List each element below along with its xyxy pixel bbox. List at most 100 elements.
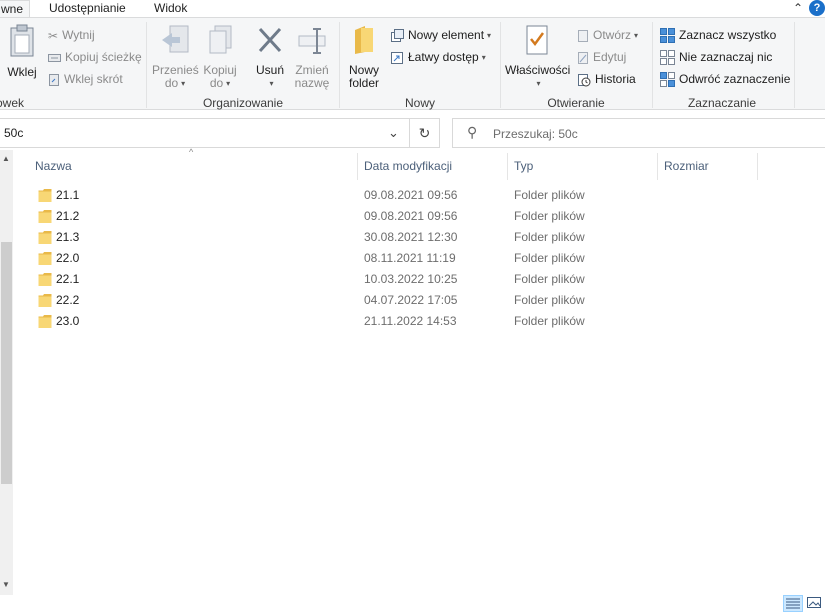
address-path: 50c — [4, 126, 24, 140]
rename-label-2: nazwę — [294, 76, 330, 90]
move-to-label-2: do — [164, 76, 179, 90]
group-label-organize: Organizowanie — [202, 96, 284, 110]
group-separator — [652, 22, 653, 108]
tab-view[interactable]: Widok — [148, 0, 193, 18]
large-icons-view-button[interactable] — [805, 595, 825, 612]
file-name: 22.0 — [56, 251, 80, 265]
scroll-up-icon[interactable]: ▲ — [2, 154, 10, 163]
refresh-button[interactable]: ↻ — [410, 118, 440, 148]
paste-shortcut-icon — [49, 73, 59, 86]
large-icons-view-icon — [807, 597, 821, 608]
cut-button[interactable]: ✂ Wytnij — [48, 26, 95, 44]
easy-access-button[interactable]: Łatwy dostęp ▾ — [390, 48, 486, 66]
column-divider[interactable] — [757, 153, 758, 180]
paste-shortcut-button[interactable]: Wklej skrót — [48, 70, 123, 88]
history-button[interactable]: Historia — [577, 70, 636, 88]
folder-icon — [38, 315, 52, 328]
copy-to-label-2: do — [209, 76, 224, 90]
group-label-new: Nowy — [404, 96, 435, 110]
copy-path-button[interactable]: Kopiuj ścieżkę — [48, 48, 142, 66]
tab-home[interactable]: wne — [0, 0, 31, 18]
group-label-open: Otwieranie — [547, 96, 605, 110]
properties-icon — [526, 25, 548, 55]
tab-share[interactable]: Udostępnianie — [43, 0, 132, 18]
select-none-label: Nie zaznaczaj nic — [679, 50, 773, 64]
scroll-down-icon[interactable]: ▼ — [2, 580, 10, 589]
ribbon: Wklej ✂ Wytnij Kopiuj ścieżkę Wklej skrót… — [0, 17, 825, 110]
ribbon-tabs: wne Udostępnianie Widok ⌃ ? — [0, 0, 825, 18]
rename-button[interactable]: Zmień nazwę — [292, 24, 332, 90]
file-date: 04.07.2022 17:05 — [364, 293, 458, 307]
file-type: Folder plików — [514, 272, 585, 286]
table-row[interactable]: 22.0 08.11.2021 11:19 Folder plików — [30, 248, 770, 269]
select-all-label: Zaznacz wszystko — [679, 28, 777, 42]
edit-button[interactable]: Edytuj — [577, 48, 626, 66]
table-row[interactable]: 23.0 21.11.2022 14:53 Folder plików — [30, 311, 770, 332]
paste-label: Wklej — [7, 65, 37, 79]
file-name: 21.2 — [56, 209, 80, 223]
move-to-button[interactable]: Przenieś do ▾ — [152, 24, 199, 90]
search-icon: ⚲ — [467, 124, 478, 140]
group-separator — [500, 22, 501, 108]
select-none-button[interactable]: Nie zaznaczaj nic — [660, 48, 772, 66]
properties-button[interactable]: Właściwości ▾ — [505, 24, 570, 90]
new-item-icon — [391, 28, 404, 42]
collapse-ribbon-icon[interactable]: ⌃ — [793, 1, 803, 15]
new-item-label: Nowy element — [408, 28, 485, 42]
details-view-button[interactable] — [783, 595, 803, 612]
rename-icon — [298, 28, 326, 54]
column-header-name[interactable]: Nazwa — [29, 153, 357, 180]
file-name: 21.3 — [56, 230, 80, 244]
file-type: Folder plików — [514, 293, 585, 307]
file-name: 22.1 — [56, 272, 80, 286]
file-type: Folder plików — [514, 314, 585, 328]
select-all-button[interactable]: Zaznacz wszystko — [660, 26, 776, 44]
open-button[interactable]: Otwórz ▾ — [577, 26, 638, 44]
help-icon[interactable]: ? — [809, 0, 825, 16]
copy-to-button[interactable]: Kopiuj do ▾ — [200, 24, 240, 90]
table-row[interactable]: 22.2 04.07.2022 17:05 Folder plików — [30, 290, 770, 311]
column-header-size[interactable]: Rozmiar — [658, 153, 757, 180]
file-type: Folder plików — [514, 209, 585, 223]
file-type: Folder plików — [514, 251, 585, 265]
nav-pane-scrollbar[interactable]: ▲ ▼ — [0, 150, 13, 595]
delete-button[interactable]: Usuń ▾ — [250, 24, 290, 90]
new-folder-label-2: folder — [348, 76, 380, 90]
table-row[interactable]: 21.3 30.08.2021 12:30 Folder plików — [30, 227, 770, 248]
file-date: 09.08.2021 09:56 — [364, 188, 458, 202]
table-row[interactable]: 21.1 09.08.2021 09:56 Folder plików — [30, 185, 770, 206]
copy-path-icon — [48, 53, 61, 62]
new-item-button[interactable]: Nowy element ▾ — [390, 26, 491, 44]
invert-selection-button[interactable]: Odwróć zaznaczenie — [660, 70, 790, 88]
open-label: Otwórz — [593, 28, 632, 42]
paste-button[interactable]: Wklej — [2, 24, 42, 79]
file-name: 23.0 — [56, 314, 80, 328]
file-list: ▲ ▼ ^ Nazwa Data modyfikacji Typ Rozmiar… — [0, 147, 825, 613]
history-label: Historia — [595, 72, 636, 86]
table-row[interactable]: 22.1 10.03.2022 10:25 Folder plików — [30, 269, 770, 290]
file-date: 10.03.2022 10:25 — [364, 272, 458, 286]
copy-to-icon — [209, 25, 232, 54]
column-header-date[interactable]: Data modyfikacji — [358, 153, 507, 180]
chevron-down-icon[interactable]: ⌄ — [388, 125, 399, 141]
folder-icon — [38, 294, 52, 307]
group-separator — [794, 22, 795, 108]
edit-icon — [578, 51, 588, 64]
new-folder-button[interactable]: Nowy folder — [344, 24, 384, 90]
paste-shortcut-label: Wklej skrót — [64, 72, 123, 86]
search-input[interactable]: ⚲ Przeszukaj: 50c — [452, 118, 825, 148]
easy-access-icon — [391, 51, 403, 64]
scrollbar-thumb[interactable] — [1, 242, 12, 484]
rename-label: Zmień — [295, 63, 329, 77]
address-bar[interactable]: 50c ⌄ — [0, 118, 410, 148]
copy-path-label: Kopiuj ścieżkę — [65, 50, 142, 64]
copy-to-label: Kopiuj — [203, 63, 237, 77]
move-to-label: Przenieś — [152, 63, 199, 77]
cut-label: Wytnij — [62, 28, 95, 42]
folder-icon — [38, 189, 52, 202]
folder-icon — [38, 210, 52, 223]
table-row[interactable]: 21.2 09.08.2021 09:56 Folder plików — [30, 206, 770, 227]
folder-icon — [38, 231, 52, 244]
column-header-type[interactable]: Typ — [508, 153, 657, 180]
easy-access-label: Łatwy dostęp — [408, 50, 479, 64]
